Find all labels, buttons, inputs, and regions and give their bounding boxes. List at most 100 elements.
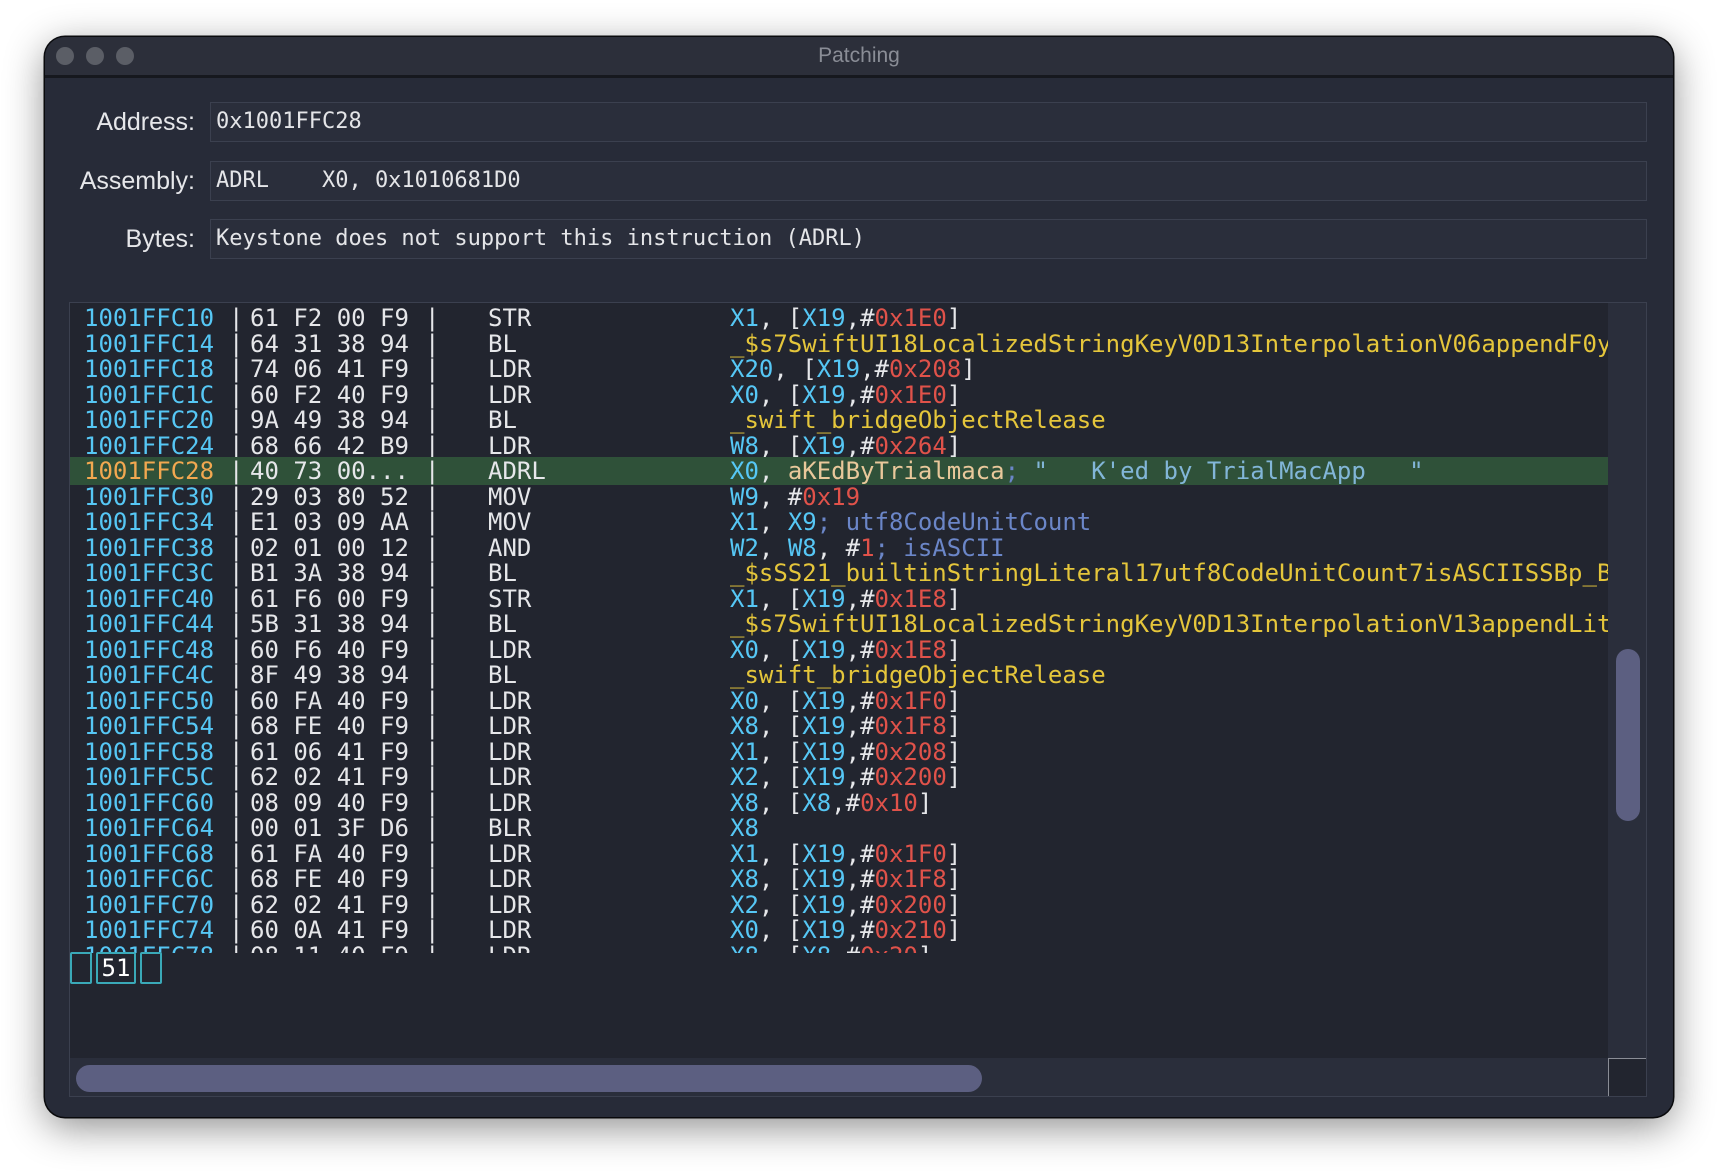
instruction-row[interactable]: 1001FFC10 | 61 F2 00 F9 | STR X1, [X19,#0x1E0… xyxy=(70,304,1610,332)
instruction-row[interactable]: 1001FFC58 | 61 06 41 F9 | LDR X1, [X19,#0x208… xyxy=(70,738,1610,766)
operand-immediate: 0x1F0 xyxy=(874,686,947,715)
operand-register: X8 xyxy=(730,865,759,893)
column-separator: | xyxy=(229,737,244,766)
title-bar[interactable]: Patching xyxy=(45,37,1673,78)
instruction-bytes: 61 06 41 F9 xyxy=(250,737,409,766)
operand-punctuation: , [ xyxy=(758,737,803,766)
instruction-operands: X1, [X19,#0x1E0] xyxy=(730,304,961,332)
instruction-row[interactable]: 1001FFC44 | 5B 31 38 94 | BL _$s7SwiftUI18Loc… xyxy=(70,610,1610,638)
instruction-operands: X2, [X19,#0x200] xyxy=(730,763,961,791)
selected-instruction-row[interactable]: 1001FFC28 | 40 73 00... | ADRL X0, aKEdByTria… xyxy=(70,457,1610,485)
operand-punctuation: ,# xyxy=(860,355,889,383)
column-separator: | xyxy=(229,686,244,715)
instruction-operands: _$s7SwiftUI18LocalizedStringKeyV0D13Inte… xyxy=(730,610,1610,638)
column-separator: | xyxy=(425,431,440,460)
operand-punctuation: , [ xyxy=(758,431,803,460)
instruction-operands: W2, W8, #1; isASCII xyxy=(730,534,1005,562)
operand-punctuation: ] xyxy=(946,380,962,409)
instruction-mnemonic: LDR xyxy=(488,890,532,919)
bytes-field[interactable]: Keystone does not support this instructi… xyxy=(210,219,1647,259)
operand-punctuation: , xyxy=(758,508,788,536)
instruction-bytes: 5B 31 38 94 xyxy=(250,610,409,638)
instruction-row[interactable]: 1001FFC34 | E1 03 09 AA | MOV X1, X9; utf8Cod… xyxy=(70,508,1610,536)
instruction-row[interactable]: 1001FFC24 | 68 66 42 B9 | LDR W8, [X19,#0x264… xyxy=(70,432,1610,460)
instruction-address: 1001FFC64 xyxy=(84,814,215,842)
operand-register: W9 xyxy=(730,482,759,511)
column-separator: | xyxy=(229,355,244,383)
operand-register: X19 xyxy=(802,712,846,740)
instruction-row[interactable]: 1001FFC78|08 11 40 F9|LDRX8, [X8,#0x20] xyxy=(70,942,1610,954)
instruction-operands: X8, [X8,#0x10] xyxy=(730,789,932,817)
horizontal-scroll-thumb[interactable] xyxy=(76,1065,982,1092)
instruction-row[interactable]: 1001FFC30 | 29 03 80 52 | MOV W9, #0x19 xyxy=(70,483,1610,511)
operand-punctuation: ,# xyxy=(845,763,875,791)
operand-punctuation: ] xyxy=(946,635,962,664)
instruction-address: 1001FFC34 xyxy=(84,508,215,536)
instruction-operands: X20, [X19,#0x208] xyxy=(730,355,976,383)
operand-register: X2 xyxy=(730,763,759,791)
instruction-mnemonic: MOV xyxy=(488,508,532,536)
instruction-operands: W9, #0x19 xyxy=(730,483,860,511)
instruction-address: 1001FFC60 xyxy=(84,788,215,817)
instruction-row[interactable]: 1001FFC50 | 60 FA 40 F9 | LDR X0, [X19,#0x1F0… xyxy=(70,687,1610,715)
operand-immediate: 0x1E8 xyxy=(874,635,947,664)
horizontal-scrollbar[interactable] xyxy=(70,1058,1610,1096)
bytes-label: Bytes: xyxy=(125,225,195,253)
instruction-row[interactable]: 1001FFC54 | 68 FE 40 F9 | LDR X8, [X19,#0x1F8… xyxy=(70,712,1610,740)
bytes-row: Bytes: Keystone does not support this in… xyxy=(45,219,1673,259)
column-separator: | xyxy=(229,380,244,409)
instruction-address: 1001FFC5C xyxy=(84,763,215,791)
instruction-row[interactable]: 1001FFC4C | 8F 49 38 94 | BL _swift_bridgeObj… xyxy=(70,661,1610,689)
operand-register: X2 xyxy=(730,890,759,919)
column-separator: | xyxy=(229,610,244,638)
instruction-operands: _$sSS21_builtinStringLiteral17utf8CodeUn… xyxy=(730,559,1610,587)
operand-immediate: 0x1F8 xyxy=(874,865,947,893)
instruction-row[interactable]: 1001FFC14 | 64 31 38 94 | BL _$s7SwiftUI18Loc… xyxy=(70,330,1610,358)
operand-register: X8 xyxy=(802,788,832,817)
instruction-row[interactable]: 1001FFC40 | 61 F6 00 F9 | STR X1, [X19,#0x1E8… xyxy=(70,585,1610,613)
assembly-field[interactable]: ADRL X0, 0x1010681D0 xyxy=(210,161,1647,201)
operand-comment: ; xyxy=(1004,457,1034,485)
operand-symbol: _$s7SwiftUI18LocalizedStringKeyV0D13Inte… xyxy=(730,329,1610,358)
address-field[interactable]: 0x1001FFC28 xyxy=(210,102,1647,142)
instruction-row[interactable]: 1001FFC3C | B1 3A 38 94 | BL _$sSS21_builtinS… xyxy=(70,559,1610,587)
disassembly-listing[interactable]: 1001FFC10 | 61 F2 00 F9 | STR X1, [X19,#0x1E0… xyxy=(69,302,1647,1097)
instruction-address: 1001FFC20 xyxy=(84,406,215,434)
column-separator: | xyxy=(425,763,440,791)
operand-comment: ; isASCII xyxy=(874,533,1005,562)
instruction-row[interactable]: 1001FFC70 | 62 02 41 F9 | LDR X2, [X19,#0x200… xyxy=(70,891,1610,919)
instruction-bytes: 08 09 40 F9 xyxy=(250,788,409,817)
instruction-address: 1001FFC3C xyxy=(84,559,215,587)
instruction-bytes: 61 F2 00 F9 xyxy=(250,304,409,332)
operand-register: X19 xyxy=(802,865,846,893)
operand-register: X19 xyxy=(802,737,846,766)
instruction-row[interactable]: 1001FFC20 | 9A 49 38 94 | BL _swift_bridgeObj… xyxy=(70,406,1610,434)
column-separator: | xyxy=(229,533,244,562)
instruction-row[interactable]: 1001FFC1C | 60 F2 40 F9 | LDR X0, [X19,#0x1E0… xyxy=(70,381,1610,409)
operand-punctuation: ,# xyxy=(845,737,875,766)
instruction-bytes: 74 06 41 F9 xyxy=(250,355,409,383)
column-separator: | xyxy=(425,304,440,332)
operand-punctuation: ] xyxy=(946,865,962,893)
operand-register: X0 xyxy=(730,916,759,944)
instruction-row[interactable]: 1001FFC68 | 61 FA 40 F9 | LDR X1, [X19,#0x1F0… xyxy=(70,840,1610,868)
column-separator: | xyxy=(425,737,440,766)
column-separator: | xyxy=(425,916,440,944)
instruction-row[interactable]: 1001FFC48 | 60 F6 40 F9 | LDR X0, [X19,#0x1E8… xyxy=(70,636,1610,664)
column-separator: | xyxy=(229,814,244,842)
instruction-operands: X1, [X19,#0x208] xyxy=(730,738,961,766)
instruction-row[interactable]: 1001FFC74 | 60 0A 41 F9 | LDR X0, [X19,#0x210… xyxy=(70,916,1610,944)
instruction-address: 1001FFC10 xyxy=(84,304,215,332)
operand-punctuation: ] xyxy=(946,763,962,791)
vertical-scrollbar[interactable] xyxy=(1608,303,1646,1058)
instruction-row[interactable]: 1001FFC38 | 02 01 00 12 | AND W2, W8, #1; isA… xyxy=(70,534,1610,562)
instruction-row[interactable]: 1001FFC60 | 08 09 40 F9 | LDR X8, [X8,#0x10] xyxy=(70,789,1610,817)
operand-immediate: 0x19 xyxy=(802,482,861,511)
instruction-row[interactable]: 1001FFC5C | 62 02 41 F9 | LDR X2, [X19,#0x200… xyxy=(70,763,1610,791)
vertical-scroll-thumb[interactable] xyxy=(1616,649,1640,821)
instruction-row[interactable]: 1001FFC18 | 74 06 41 F9 | LDR X20, [X19,#0x20… xyxy=(70,355,1610,383)
instruction-row[interactable]: 1001FFC64 | 00 01 3F D6 | BLR X8 xyxy=(70,814,1610,842)
instruction-row[interactable]: 1001FFC6C | 68 FE 40 F9 | LDR X8, [X19,#0x1F8… xyxy=(70,865,1610,893)
instruction-operands: _swift_bridgeObjectRelease xyxy=(730,661,1106,689)
column-separator: | xyxy=(229,916,244,944)
